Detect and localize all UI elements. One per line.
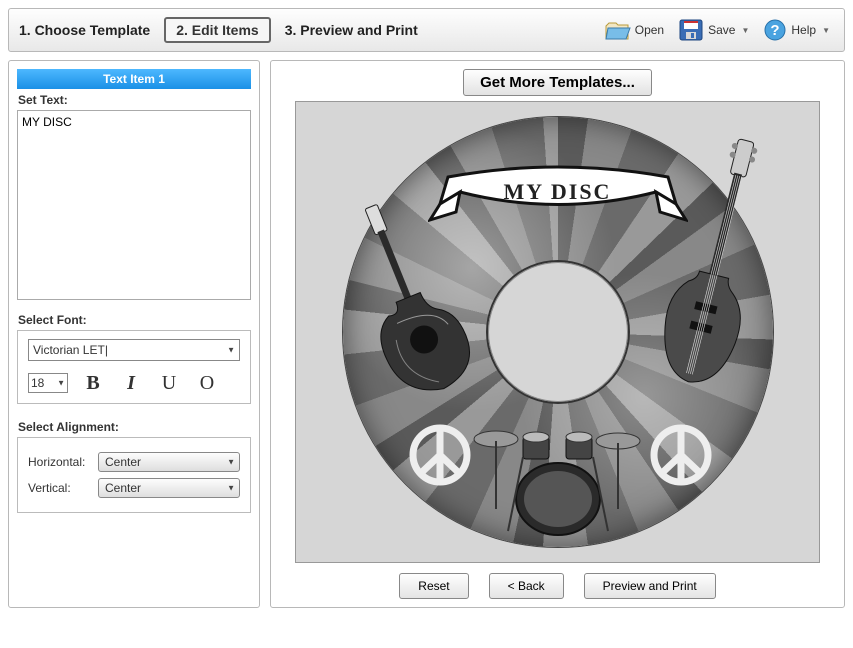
horizontal-align-select[interactable]: Center ▼ xyxy=(98,452,240,472)
help-icon: ? xyxy=(763,18,787,42)
font-size-value: 18 xyxy=(28,373,68,393)
floppy-save-icon xyxy=(678,18,704,42)
folder-open-icon xyxy=(605,19,631,41)
help-button[interactable]: ? Help ▼ xyxy=(759,16,834,44)
underline-button[interactable]: U xyxy=(156,371,182,395)
dropdown-icon: ▼ xyxy=(822,26,830,35)
svg-text:?: ? xyxy=(771,22,780,39)
save-button[interactable]: Save ▼ xyxy=(674,16,753,44)
electric-guitar-icon xyxy=(345,197,475,407)
top-toolbar: 1. Choose Template 2. Edit Items 3. Prev… xyxy=(8,8,845,52)
drum-kit-icon xyxy=(468,409,648,539)
peace-sign-icon xyxy=(649,423,713,487)
bold-button[interactable]: B xyxy=(80,371,106,395)
peace-sign-icon xyxy=(408,423,472,487)
horizontal-align-value: Center xyxy=(98,452,240,472)
horizontal-label: Horizontal: xyxy=(28,455,98,469)
vertical-align-value: Center xyxy=(98,478,240,498)
step-preview-print[interactable]: 3. Preview and Print xyxy=(285,22,418,38)
disc-stage: MY DISC xyxy=(295,101,820,563)
font-box: Victorian LET| ▼ 18 ▼ B I U O xyxy=(17,330,251,404)
step-choose-template[interactable]: 1. Choose Template xyxy=(19,22,150,38)
select-font-label: Select Font: xyxy=(18,313,250,327)
editor-panel: Text Item 1 Set Text: Select Font: Victo… xyxy=(8,60,260,608)
outline-button[interactable]: O xyxy=(194,371,220,395)
disc-center-hole xyxy=(488,262,628,402)
text-item-header: Text Item 1 xyxy=(17,69,251,89)
get-more-templates-button[interactable]: Get More Templates... xyxy=(463,69,652,96)
disc-text: MY DISC xyxy=(428,179,688,205)
italic-button[interactable]: I xyxy=(118,371,144,395)
font-name-select[interactable]: Victorian LET| ▼ xyxy=(28,339,240,361)
vertical-label: Vertical: xyxy=(28,481,98,495)
reset-button[interactable]: Reset xyxy=(399,573,468,599)
font-size-select[interactable]: 18 ▼ xyxy=(28,373,68,393)
disc-banner: MY DISC xyxy=(428,162,688,224)
top-actions: Open Save ▼ ? Help ▼ xyxy=(601,16,834,44)
set-text-label: Set Text: xyxy=(18,93,250,107)
help-label: Help xyxy=(791,23,816,37)
back-button[interactable]: < Back xyxy=(489,573,564,599)
preview-and-print-button[interactable]: Preview and Print xyxy=(584,573,716,599)
open-button[interactable]: Open xyxy=(601,17,668,43)
text-input[interactable] xyxy=(17,110,251,300)
step-edit-items[interactable]: 2. Edit Items xyxy=(164,17,270,43)
alignment-box: Horizontal: Center ▼ Vertical: Center ▼ xyxy=(17,437,251,513)
preview-panel: Get More Templates... MY DISC xyxy=(270,60,845,608)
dropdown-icon: ▼ xyxy=(741,26,749,35)
font-name-value: Victorian LET| xyxy=(28,339,240,361)
disc-preview[interactable]: MY DISC xyxy=(343,117,773,547)
select-alignment-label: Select Alignment: xyxy=(18,420,250,434)
vertical-align-select[interactable]: Center ▼ xyxy=(98,478,240,498)
wizard-steps: 1. Choose Template 2. Edit Items 3. Prev… xyxy=(19,17,418,43)
bottom-buttons: Reset < Back Preview and Print xyxy=(279,573,836,599)
open-label: Open xyxy=(635,23,664,37)
save-label: Save xyxy=(708,23,735,37)
